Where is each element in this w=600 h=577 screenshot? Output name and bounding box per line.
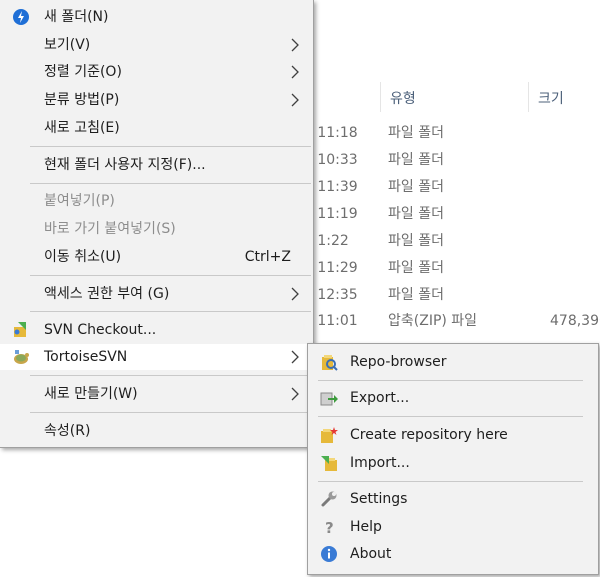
menu-item-label: About: [350, 546, 392, 562]
menu-item-label: 액세스 권한 부여 (G): [44, 286, 170, 302]
repo-browser-icon: [320, 353, 338, 371]
menu-item-export[interactable]: Export...: [308, 385, 598, 411]
menu-item-sort-by[interactable]: 정렬 기준(O): [0, 59, 313, 85]
menu-item-label: 정렬 기준(O): [44, 64, 122, 80]
menu-item-view[interactable]: 보기(V): [0, 32, 313, 58]
file-row[interactable]: 후 12:35 파일 폴더: [300, 282, 600, 309]
file-row-type: 파일 폴더: [388, 287, 444, 303]
column-separator: [380, 82, 381, 112]
menu-item-refresh[interactable]: 새로 고침(E): [0, 115, 313, 141]
menu-item-label: 이동 취소(U): [44, 249, 122, 265]
menu-separator: [30, 375, 311, 376]
menu-separator: [30, 183, 311, 184]
menu-separator: [318, 416, 583, 417]
chevron-right-icon: [291, 387, 299, 401]
menu-item-label: 보기(V): [44, 37, 91, 53]
file-row[interactable]: 전 11:18 파일 폴더: [300, 120, 600, 147]
menu-item-properties[interactable]: 속성(R): [0, 418, 313, 444]
column-separator: [528, 82, 529, 112]
file-row[interactable]: 전 11:39 파일 폴더: [300, 174, 600, 201]
menu-item-give-access[interactable]: 액세스 권한 부여 (G): [0, 281, 313, 307]
menu-item-label: SVN Checkout...: [44, 322, 157, 338]
menu-item-label: Settings: [350, 491, 408, 507]
menu-item-new[interactable]: 새로 만들기(W): [0, 381, 313, 407]
file-row-type: 파일 폴더: [388, 179, 444, 195]
menu-item-about[interactable]: About: [308, 541, 598, 567]
import-icon: [320, 454, 338, 472]
menu-item-label: Import...: [350, 455, 410, 471]
file-row-size: 478,390: [550, 313, 600, 329]
file-row-type: 파일 폴더: [388, 152, 444, 168]
column-header-size[interactable]: 크기: [538, 88, 564, 108]
menu-item-shortcut: Ctrl+Z: [244, 249, 291, 265]
tortoisesvn-submenu: Repo-browser Export... Create repository…: [307, 343, 599, 575]
menu-item-paste-shortcut[interactable]: 바로 가기 붙여넣기(S): [0, 216, 313, 242]
menu-item-label: Repo-browser: [350, 354, 447, 370]
chevron-right-icon: [291, 38, 299, 52]
file-row[interactable]: 전 10:33 파일 폴더: [300, 147, 600, 174]
menu-item-help[interactable]: ? Help: [308, 514, 598, 540]
column-header-type[interactable]: 유형: [390, 88, 416, 108]
menu-item-create-repository[interactable]: Create repository here: [308, 422, 598, 448]
svn-checkout-icon: [12, 321, 30, 339]
info-icon: [320, 545, 338, 563]
context-menu: 새 폴더(N) 보기(V) 정렬 기준(O) 분류 방법(P) 새로 고침(E)…: [0, 0, 314, 448]
new-folder-icon: [12, 8, 30, 26]
file-row[interactable]: 전 11:01 압축(ZIP) 파일 478,390: [300, 308, 600, 335]
menu-separator: [30, 311, 311, 312]
menu-item-repo-browser[interactable]: Repo-browser: [308, 349, 598, 375]
menu-item-label: Export...: [350, 390, 410, 406]
menu-separator: [318, 481, 583, 482]
file-row[interactable]: 전 11:19 파일 폴더: [300, 201, 600, 228]
export-icon: [320, 389, 338, 407]
file-row-type: 압축(ZIP) 파일: [388, 313, 478, 329]
menu-separator: [30, 412, 311, 413]
wrench-icon: [320, 490, 338, 508]
menu-separator: [318, 380, 583, 381]
menu-item-group-by[interactable]: 분류 방법(P): [0, 87, 313, 113]
chevron-right-icon: [291, 287, 299, 301]
chevron-right-icon: [291, 65, 299, 79]
file-row-type: 파일 폴더: [388, 125, 444, 141]
menu-item-label: 새로 만들기(W): [44, 386, 138, 402]
menu-item-label: 붙여넣기(P): [44, 193, 115, 209]
file-row-type: 파일 폴더: [388, 206, 444, 222]
svg-text:?: ?: [325, 519, 334, 536]
menu-item-paste[interactable]: 붙여넣기(P): [0, 188, 313, 214]
menu-item-label: 분류 방법(P): [44, 92, 120, 108]
menu-item-label: 현재 폴더 사용자 지정(F)...: [44, 157, 206, 173]
menu-item-label: 새 폴더(N): [44, 9, 109, 25]
menu-item-label: 새로 고침(E): [44, 120, 120, 136]
file-row-type: 파일 폴더: [388, 260, 444, 276]
file-row-type: 파일 폴더: [388, 233, 444, 249]
menu-separator: [30, 146, 311, 147]
chevron-right-icon: [291, 93, 299, 107]
tortoisesvn-icon: [12, 348, 30, 366]
menu-item-label: 속성(R): [44, 423, 91, 439]
menu-item-svn-checkout[interactable]: SVN Checkout...: [0, 317, 313, 343]
file-row[interactable]: 후 1:22 파일 폴더: [300, 228, 600, 255]
menu-item-tortoisesvn[interactable]: TortoiseSVN: [0, 344, 313, 370]
menu-item-label: Help: [350, 519, 382, 535]
menu-item-customize-folder[interactable]: 현재 폴더 사용자 지정(F)...: [0, 152, 313, 178]
menu-item-label: Create repository here: [350, 427, 508, 443]
menu-item-settings[interactable]: Settings: [308, 486, 598, 512]
create-repository-icon: [320, 426, 338, 444]
menu-item-undo-move[interactable]: 이동 취소(U) Ctrl+Z: [0, 244, 313, 270]
menu-separator: [30, 275, 311, 276]
menu-item-label: 바로 가기 붙여넣기(S): [44, 221, 176, 237]
file-row[interactable]: 전 11:29 파일 폴더: [300, 255, 600, 282]
menu-item-new-folder[interactable]: 새 폴더(N): [0, 4, 313, 30]
menu-item-import[interactable]: Import...: [308, 450, 598, 476]
menu-item-label: TortoiseSVN: [44, 349, 128, 365]
chevron-right-icon: [291, 350, 299, 364]
help-icon: ?: [320, 518, 338, 537]
